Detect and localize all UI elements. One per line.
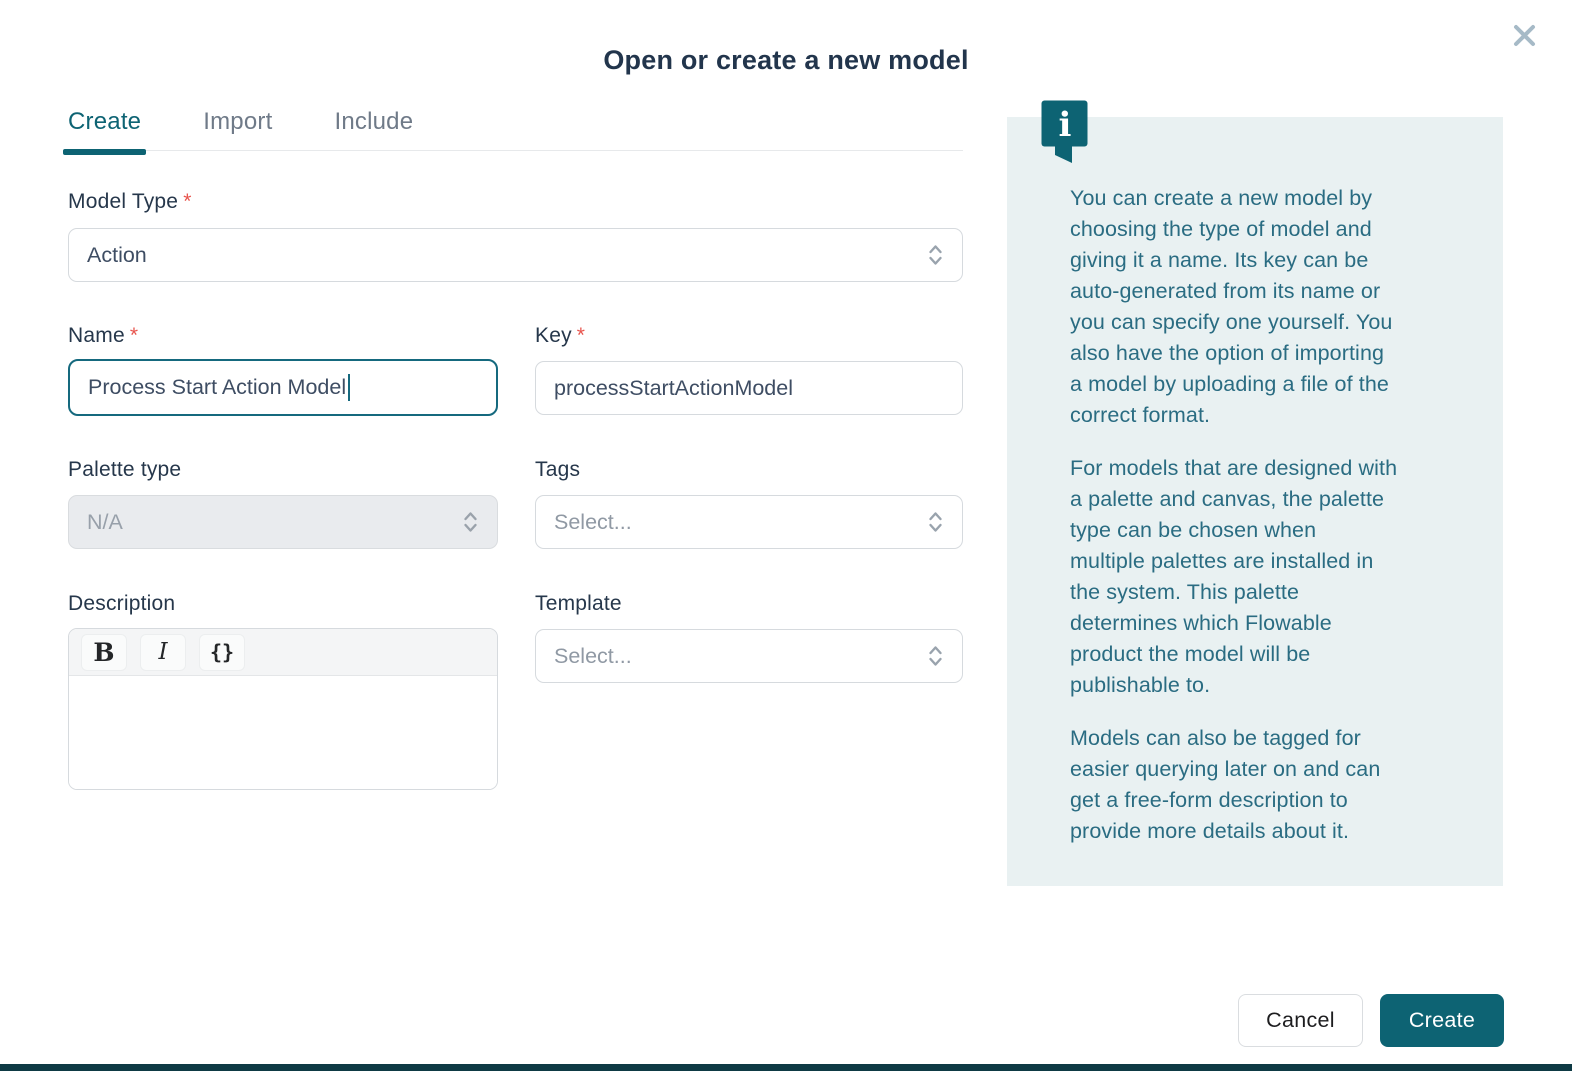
tab-bar: Create Import Include — [68, 108, 963, 151]
template-label: Template — [535, 592, 622, 616]
name-label: Name* — [68, 324, 138, 348]
tab-create[interactable]: Create — [68, 108, 141, 136]
model-type-label: Model Type* — [68, 190, 192, 214]
create-model-dialog: Open or create a new model Create Import… — [0, 0, 1572, 1071]
palette-type-value: N/A — [87, 510, 452, 535]
chevron-updown-icon — [927, 644, 944, 668]
template-placeholder: Select... — [554, 644, 917, 669]
description-label: Description — [68, 592, 175, 616]
required-asterisk: * — [577, 324, 585, 347]
info-paragraph: Models can also be tagged for easier que… — [1070, 723, 1445, 847]
tags-label: Tags — [535, 458, 580, 482]
description-editor: B I {} — [68, 628, 498, 790]
palette-type-label: Palette type — [68, 458, 181, 482]
dialog-title: Open or create a new model — [0, 45, 1572, 76]
tags-placeholder: Select... — [554, 510, 917, 535]
info-paragraph: For models that are designed with a pale… — [1070, 453, 1445, 701]
tab-include[interactable]: Include — [334, 108, 413, 136]
tab-import[interactable]: Import — [203, 108, 272, 136]
description-textarea[interactable] — [69, 676, 497, 789]
template-select[interactable]: Select... — [535, 629, 963, 683]
info-paragraph: You can create a new model by choosing t… — [1070, 183, 1445, 431]
required-asterisk: * — [130, 324, 138, 347]
bottom-bar — [0, 1064, 1572, 1071]
cancel-button[interactable]: Cancel — [1238, 994, 1363, 1047]
description-toolbar: B I {} — [69, 629, 497, 676]
name-field[interactable]: Process Start Action Model — [68, 359, 498, 416]
code-button[interactable]: {} — [199, 634, 245, 671]
palette-type-select: N/A — [68, 495, 498, 549]
info-panel: You can create a new model by choosing t… — [1007, 117, 1503, 886]
chevron-updown-icon — [462, 510, 479, 534]
italic-button[interactable]: I — [140, 634, 186, 671]
key-field-value: processStartActionModel — [554, 376, 944, 401]
create-button[interactable]: Create — [1380, 994, 1504, 1047]
tags-select[interactable]: Select... — [535, 495, 963, 549]
key-label: Key* — [535, 324, 585, 348]
required-asterisk: * — [183, 190, 191, 213]
svg-text:i: i — [1059, 105, 1072, 145]
key-field[interactable]: processStartActionModel — [535, 361, 963, 415]
chevron-updown-icon — [927, 510, 944, 534]
text-caret — [348, 374, 350, 401]
model-type-select[interactable]: Action — [68, 228, 963, 282]
bold-button[interactable]: B — [81, 634, 127, 671]
model-type-value: Action — [87, 243, 917, 268]
name-field-value: Process Start Action Model — [88, 375, 346, 400]
info-icon: i — [1041, 100, 1089, 171]
chevron-updown-icon — [927, 243, 944, 267]
